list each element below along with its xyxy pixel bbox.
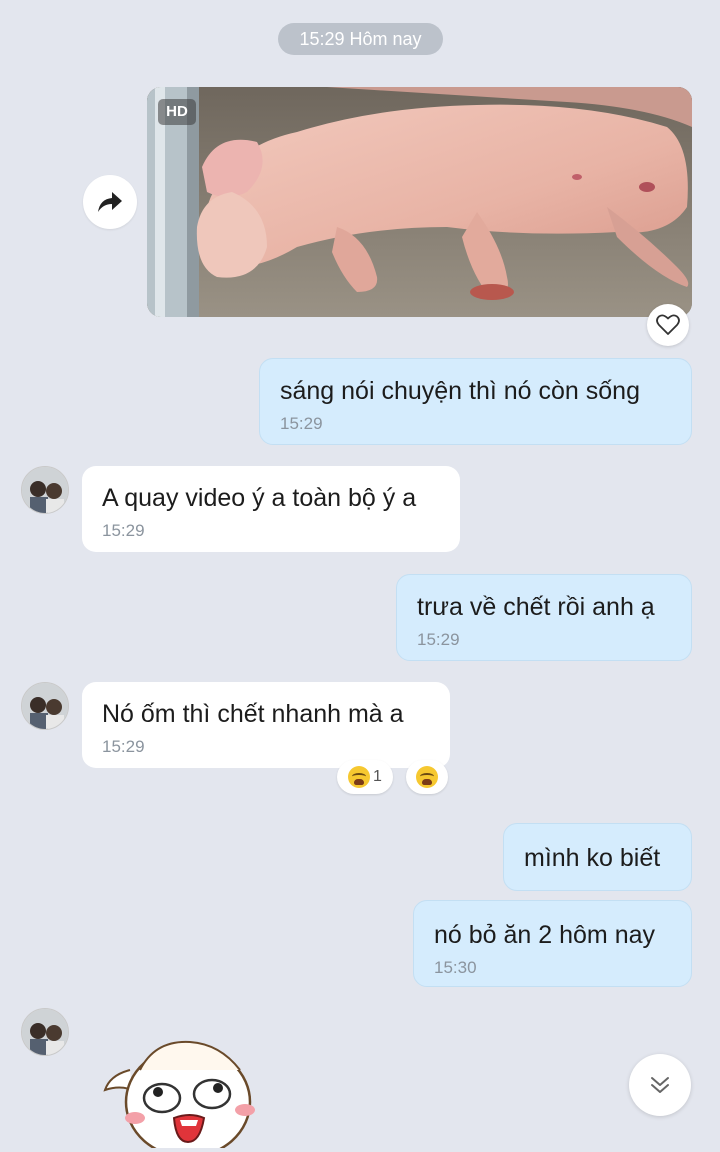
- message-text: Nó ốm thì chết nhanh mà a: [102, 700, 404, 728]
- heart-outline-icon: [656, 314, 680, 335]
- add-reaction-button[interactable]: [406, 760, 448, 794]
- avatar[interactable]: [21, 682, 69, 730]
- reaction-count-badge[interactable]: 1: [337, 760, 393, 794]
- reaction-count: 1: [373, 768, 382, 785]
- message-bubble[interactable]: sáng nói chuyện thì nó còn sống 15:29: [259, 358, 692, 445]
- scroll-to-bottom-button[interactable]: [629, 1054, 691, 1116]
- message-time: 15:29: [280, 414, 323, 433]
- crying-face-emoji: [416, 766, 438, 788]
- message-text: trưa về chết rồi anh ạ: [417, 593, 655, 621]
- message-bubble[interactable]: nó bỏ ăn 2 hôm nay 15:30: [413, 900, 692, 987]
- hd-badge: HD: [158, 99, 196, 125]
- avatar-photo: [22, 467, 68, 513]
- message-time: 15:29: [102, 521, 145, 540]
- crying-face-emoji: [348, 766, 371, 788]
- message-bubble[interactable]: A quay video ý a toàn bộ ý a 15:29: [82, 466, 460, 552]
- message-text: sáng nói chuyện thì nó còn sống: [280, 377, 640, 405]
- message-time: 15:30: [434, 958, 477, 977]
- share-button[interactable]: [83, 175, 137, 229]
- message-time: 15:29: [102, 737, 145, 756]
- message-time: 15:29: [417, 630, 460, 649]
- share-arrow-icon: [98, 192, 122, 212]
- date-separator: 15:29 Hôm nay: [278, 23, 443, 55]
- message-text: A quay video ý a toàn bộ ý a: [102, 484, 417, 512]
- avatar-photo: [22, 1009, 68, 1055]
- message-text: nó bỏ ăn 2 hôm nay: [434, 921, 655, 949]
- like-button[interactable]: [647, 304, 689, 346]
- avatar[interactable]: [21, 466, 69, 514]
- message-text: mình ko biết: [524, 844, 661, 872]
- message-bubble[interactable]: mình ko biết: [503, 823, 692, 891]
- sticker-message[interactable]: [100, 1030, 270, 1148]
- pig-photo: [147, 87, 692, 317]
- message-bubble[interactable]: trưa về chết rồi anh ạ 15:29: [396, 574, 692, 661]
- avatar[interactable]: [21, 1008, 69, 1056]
- double-chevron-down-icon: [651, 1077, 669, 1093]
- message-bubble[interactable]: Nó ốm thì chết nhanh mà a 15:29: [82, 682, 450, 768]
- image-message[interactable]: [147, 87, 692, 317]
- avatar-photo: [22, 683, 68, 729]
